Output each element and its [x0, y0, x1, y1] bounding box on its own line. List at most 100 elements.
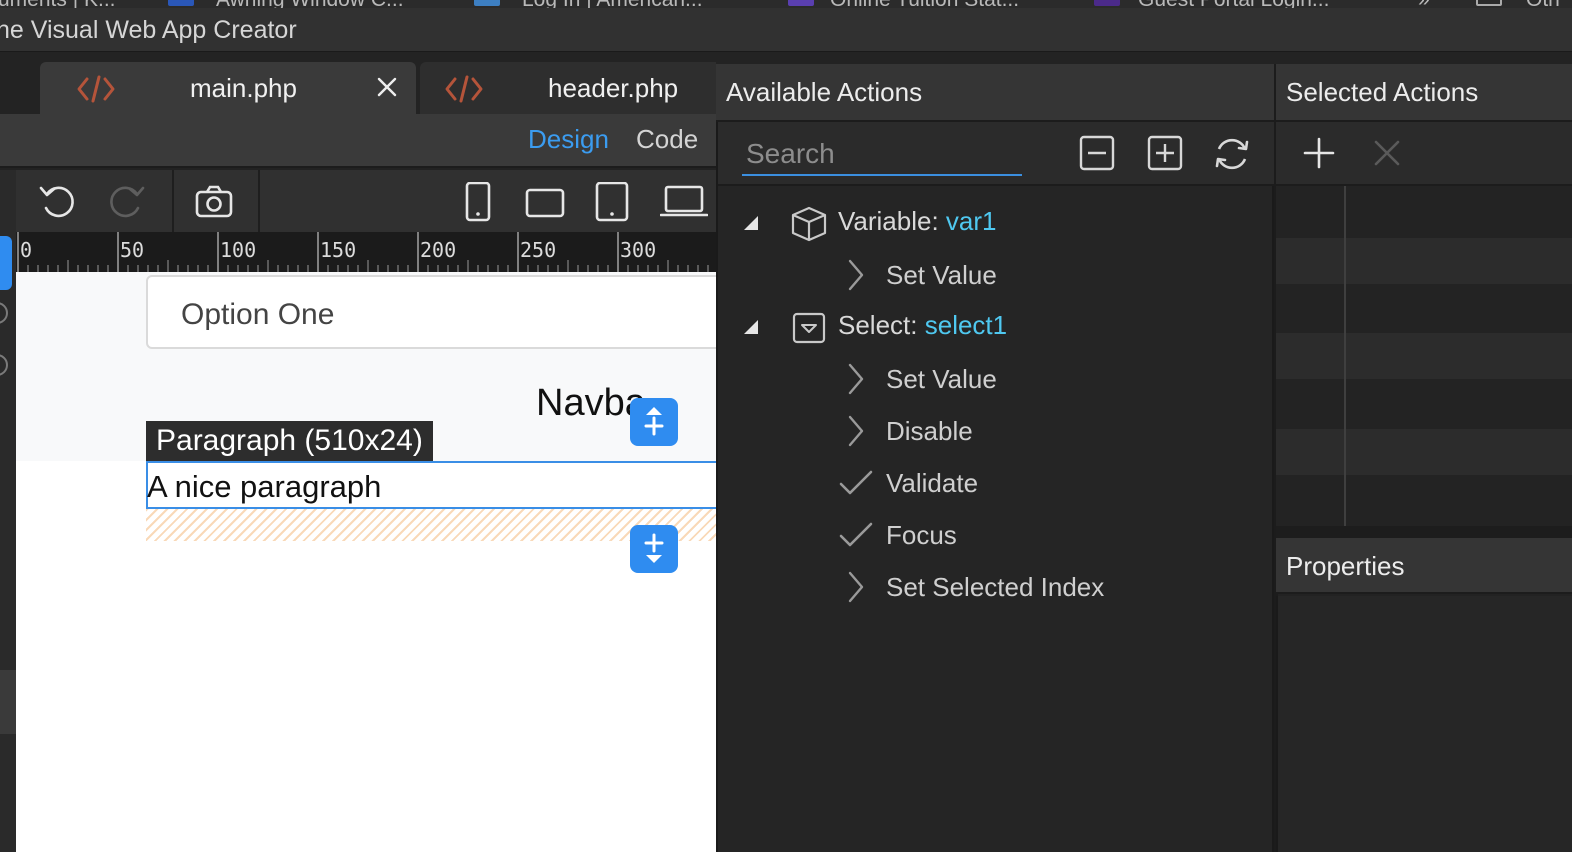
bookmark-item[interactable]: Online Tuition Stat...	[830, 0, 1019, 8]
tab-label: header.php	[548, 73, 679, 103]
paragraph-text: A nice paragraph	[147, 469, 382, 504]
expand-all-icon[interactable]	[1146, 134, 1184, 172]
tab-header-php[interactable]: header.php	[420, 62, 716, 114]
action-item[interactable]: Set Selected Index	[718, 560, 1274, 612]
close-icon[interactable]	[1372, 138, 1402, 168]
laptop-icon[interactable]	[660, 182, 708, 222]
design-mode-button[interactable]: Design	[528, 124, 609, 155]
action-item[interactable]: Focus	[718, 508, 1274, 560]
collapse-all-icon[interactable]	[1078, 134, 1116, 172]
move-down-button[interactable]	[630, 525, 678, 573]
chevron-right-icon	[846, 362, 866, 396]
ruler-label: 250	[520, 238, 557, 262]
plus-icon[interactable]	[1302, 136, 1336, 170]
node-kind: Variable:	[838, 206, 939, 236]
select-dropdown-icon	[792, 312, 826, 344]
available-actions-header: Available Actions	[716, 64, 1276, 122]
tree-node-select[interactable]: Select: select1	[718, 300, 1274, 352]
phone-icon[interactable]	[458, 182, 498, 222]
toolbar-separator	[172, 170, 174, 232]
panel-title: Selected Actions	[1286, 77, 1479, 107]
refresh-icon[interactable]	[1212, 134, 1252, 174]
design-toolbar	[0, 170, 716, 232]
panel-title: Properties	[1286, 551, 1405, 581]
bookmark-item[interactable]: Awning Window C...	[216, 0, 404, 8]
bookmark-favicon-icon	[788, 0, 814, 6]
action-label: Disable	[886, 416, 973, 446]
node-kind: Select:	[838, 310, 918, 340]
properties-panel	[1276, 596, 1572, 852]
tablet-portrait-icon[interactable]	[592, 182, 632, 222]
code-mode-button[interactable]: Code	[636, 124, 698, 155]
action-item[interactable]: Set Value	[718, 248, 1274, 300]
actions-search-bar	[718, 122, 1276, 186]
gutter-block	[0, 670, 16, 734]
left-gutter	[0, 170, 16, 852]
action-item[interactable]: Disable	[718, 404, 1274, 456]
tree-node-variable[interactable]: Variable: var1	[718, 196, 1274, 248]
expanded-triangle-icon[interactable]	[742, 318, 760, 336]
folder-icon	[1476, 0, 1502, 6]
active-tool-indicator[interactable]	[0, 236, 12, 290]
selected-actions-toolbar	[1276, 122, 1572, 186]
tablet-landscape-icon[interactable]	[524, 182, 566, 222]
bookmark-item[interactable]: Log In | American...	[522, 0, 703, 8]
node-name: select1	[924, 310, 1008, 340]
window-title: he Visual Web App Creator	[0, 16, 297, 44]
ruler-label: 200	[420, 238, 457, 262]
ruler-label: 300	[620, 238, 657, 262]
search-input[interactable]	[742, 134, 1022, 176]
code-icon	[444, 74, 484, 104]
action-label: Validate	[886, 468, 979, 498]
ruler-label: 100	[220, 238, 257, 262]
move-up-button[interactable]	[630, 398, 678, 446]
bookmark-item[interactable]: Oth	[1526, 0, 1560, 8]
tree-node-label: Variable: var1	[838, 206, 997, 237]
panel-title: Available Actions	[726, 77, 923, 107]
view-mode-bar: Design Code	[0, 114, 716, 168]
design-canvas[interactable]: Option One Navba Paragraph (510x24) A ni…	[16, 272, 716, 852]
camera-icon[interactable]	[194, 182, 234, 222]
action-item[interactable]: Validate	[718, 456, 1274, 508]
action-label: Set Selected Index	[886, 572, 1105, 602]
cube-icon	[790, 206, 828, 242]
action-label: Focus	[886, 520, 957, 550]
circle-icon[interactable]	[0, 302, 8, 324]
bookmarks-overflow-button[interactable]: »	[1418, 0, 1430, 8]
circle-icon[interactable]	[0, 354, 8, 376]
bookmark-favicon-icon	[1094, 0, 1120, 6]
chevron-right-icon	[846, 570, 866, 604]
chevron-right-icon	[846, 258, 866, 292]
tree-node-label: Select: select1	[838, 310, 1007, 341]
ruler-label: 50	[120, 238, 145, 262]
list-row-stripe	[1276, 238, 1572, 284]
close-icon[interactable]	[376, 76, 398, 98]
action-item[interactable]: Set Value	[718, 352, 1274, 404]
tree-guide-line	[1344, 186, 1346, 534]
window-titlebar: he Visual Web App Creator	[0, 8, 1572, 52]
expanded-triangle-icon[interactable]	[742, 214, 760, 232]
undo-icon[interactable]	[38, 182, 78, 222]
bookmark-item[interactable]: Guest Portal Login...	[1138, 0, 1329, 8]
list-row-stripe	[1276, 429, 1572, 475]
redo-icon[interactable]	[106, 182, 146, 222]
action-label: Set Value	[886, 364, 997, 394]
bookmark-item[interactable]: uments | K...	[0, 0, 116, 8]
node-name: var1	[945, 206, 997, 236]
panel-separator[interactable]	[1276, 526, 1572, 538]
horizontal-ruler: 0 50 100 150 200 250 300	[16, 232, 716, 272]
move-up-icon	[644, 407, 664, 436]
select-element[interactable]: Option One	[146, 275, 716, 349]
selected-paragraph[interactable]: A nice paragraph	[146, 461, 716, 509]
editor-tabstrip: main.php header.php	[0, 52, 716, 114]
selected-actions-list[interactable]	[1276, 186, 1572, 534]
list-row-stripe	[1276, 333, 1572, 379]
check-icon	[838, 520, 874, 550]
code-icon	[76, 74, 116, 104]
bookmarks-bar: uments | K... Awning Window C... Log In …	[0, 0, 1572, 8]
ruler-label: 0	[20, 238, 33, 262]
tab-label: main.php	[190, 73, 297, 103]
action-label: Set Value	[886, 260, 997, 290]
selected-actions-header: Selected Actions	[1276, 64, 1572, 122]
tab-main-php[interactable]: main.php	[40, 62, 416, 114]
